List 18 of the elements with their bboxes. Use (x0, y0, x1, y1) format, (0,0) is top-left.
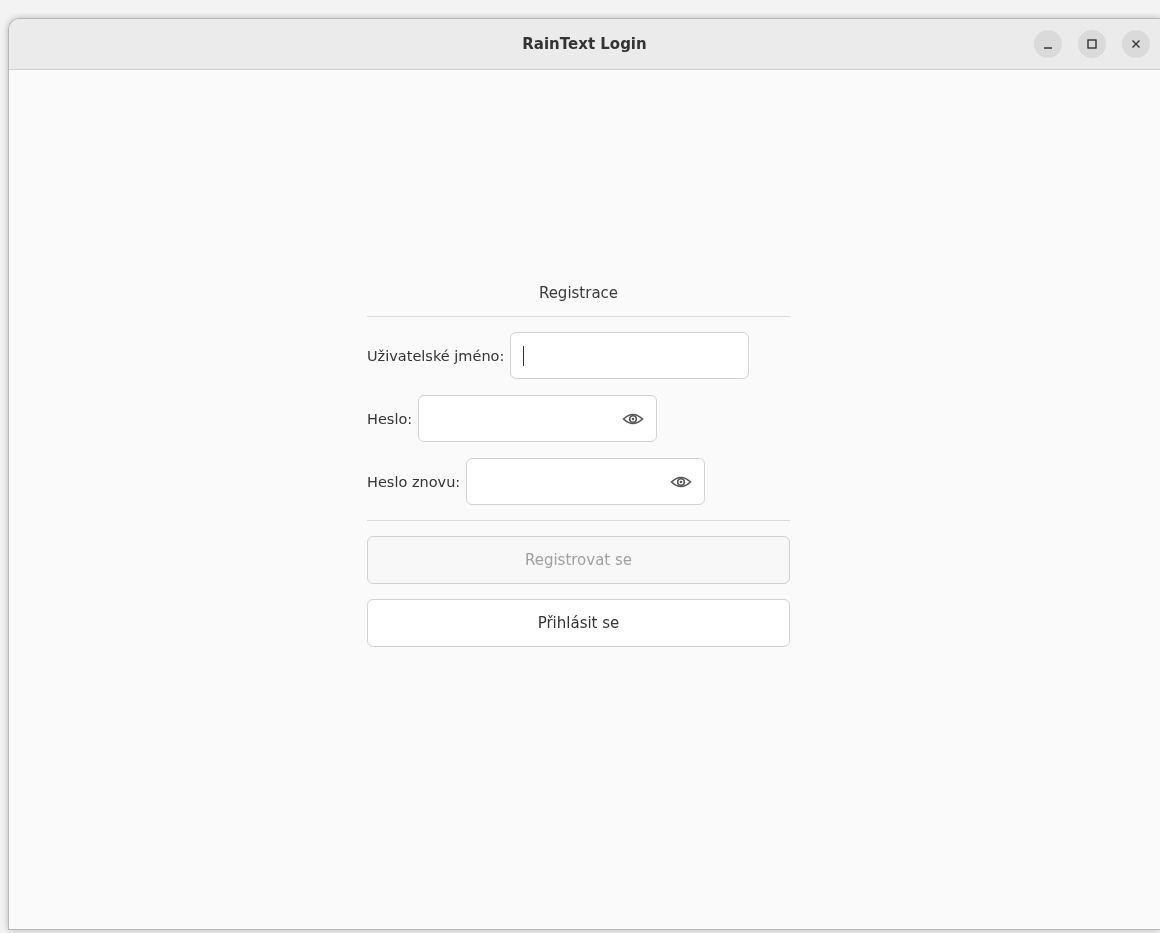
minimize-icon (1043, 47, 1053, 49)
minimize-button[interactable] (1034, 30, 1062, 58)
eye-icon[interactable] (622, 411, 645, 426)
text-cursor (523, 345, 525, 366)
field-label: Heslo znovu: (367, 473, 461, 490)
maximize-button[interactable] (1078, 30, 1106, 58)
login-button[interactable]: Přihlásit se (367, 599, 790, 647)
window-title: RainText Login (522, 35, 647, 53)
password-field[interactable] (466, 458, 706, 505)
password-field[interactable] (418, 395, 658, 442)
close-button[interactable] (1122, 30, 1150, 58)
maximize-icon (1086, 38, 1098, 50)
text-field[interactable] (510, 332, 750, 379)
field-label: Heslo: (367, 410, 413, 427)
close-icon (1130, 38, 1142, 50)
field-label: Uživatelské jméno: (367, 347, 505, 364)
eye-icon[interactable] (670, 474, 693, 489)
form-heading: Registrace (538, 284, 619, 302)
